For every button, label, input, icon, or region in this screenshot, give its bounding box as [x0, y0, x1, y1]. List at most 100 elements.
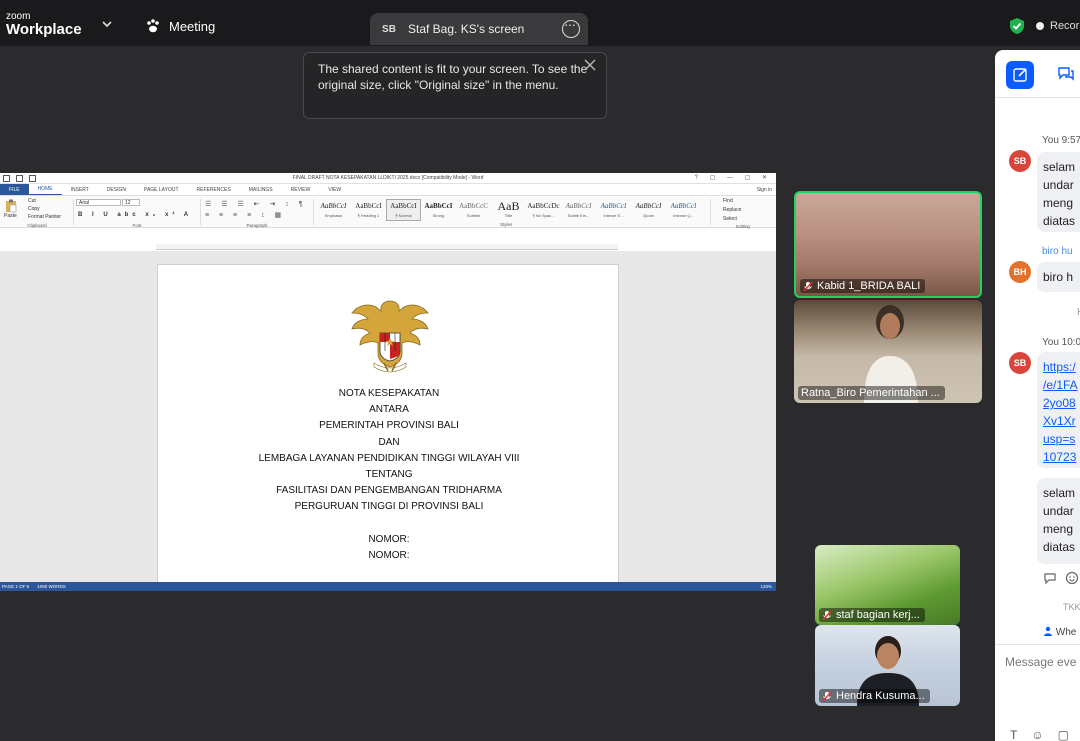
zoom-workplace-logo[interactable]: zoom Workplace	[6, 12, 82, 38]
tab-file[interactable]: FILE	[0, 184, 29, 195]
chat-message[interactable]: selam undar meng diatas	[1037, 152, 1080, 232]
avatar[interactable]: SB	[1009, 150, 1031, 172]
recording-indicator[interactable]: Recor	[1036, 20, 1079, 32]
paragraph-buttons[interactable]: ☰ ☰ ☰ ⇤ ⇥ ↕ ¶	[205, 200, 307, 208]
style-normal[interactable]: AaBbCcI ¶ Normal	[386, 199, 421, 221]
style-intense-emphasis[interactable]: AaBbCcI Intense E...	[596, 199, 631, 221]
style-heading-1[interactable]: AaBbCcI ¶ Heading 1	[351, 199, 386, 221]
tab-design[interactable]: DESIGN	[98, 184, 135, 195]
participant-tile[interactable]: Ratna_Biro Pemerintahan ...	[794, 300, 982, 403]
word-count[interactable]: 1080 WORDS	[37, 584, 66, 589]
tab-insert[interactable]: INSERT	[62, 184, 98, 195]
compose-button[interactable]	[1006, 61, 1034, 89]
tab-view[interactable]: VIEW	[319, 184, 350, 195]
sign-in-link[interactable]: Sign in	[757, 187, 776, 193]
paragraph-group-label: Paragraph	[246, 223, 268, 228]
undo-icon[interactable]	[29, 175, 36, 182]
meeting-tab[interactable]: Meeting	[145, 18, 215, 34]
style-name: ¶ No Spac...	[532, 213, 555, 218]
styles-gallery: AaBbCcI Emphasis AaBbCcI ¶ Heading 1 AaBbC…	[316, 199, 701, 221]
participant-name: Kabid 1_BRIDA BALI	[817, 280, 921, 292]
paste-label[interactable]: Paste	[4, 213, 17, 219]
tab-review[interactable]: REVIEW	[282, 184, 320, 195]
style-preview: AaBbCcI	[355, 202, 382, 210]
message-line: /e/1FA	[1043, 378, 1078, 392]
style-subtitle[interactable]: AaBbCcC Subtitle	[456, 199, 491, 221]
document-page[interactable]: NOTA KESEPAKATAN ANTARA PEMERINTAH PROVI…	[157, 264, 619, 584]
copy-label[interactable]: Copy	[28, 206, 40, 212]
ribbon-divider	[73, 199, 74, 225]
chat-bubbles-icon[interactable]	[1057, 66, 1075, 82]
quick-access-toolbar	[3, 175, 36, 182]
participant-name-tag: Hendra Kusuma...	[819, 689, 930, 703]
doc-line	[158, 516, 620, 532]
shared-word-window: FINAL DRAFT NOTA KESEPAKATAN LLDIKTI 202…	[0, 173, 776, 591]
tab-home[interactable]: HOME	[28, 184, 62, 195]
message-line: selam	[1043, 160, 1076, 174]
style-preview: AaBbCcC	[459, 202, 488, 210]
style-intense-quote[interactable]: AaBbCcI Intense Q...	[666, 199, 701, 221]
emoji-reaction-icon[interactable]	[1065, 571, 1079, 585]
message-line: 10723	[1043, 450, 1077, 464]
garuda-emblem	[351, 300, 429, 373]
more-options-icon[interactable]	[562, 16, 580, 38]
participant-name: Ratna_Biro Pemerintahan ...	[801, 387, 940, 399]
avatar[interactable]: BH	[1009, 261, 1031, 283]
message-meta: You 10:0	[1042, 337, 1080, 348]
tab-references[interactable]: REFERENCES	[188, 184, 240, 195]
find-button[interactable]: Find	[723, 198, 733, 204]
message-line: usp=s	[1043, 432, 1076, 446]
tab-page-layout[interactable]: PAGE LAYOUT	[135, 184, 188, 195]
message-input[interactable]: Message eve	[995, 644, 1080, 741]
avatar[interactable]: SB	[1009, 352, 1031, 374]
close-icon[interactable]	[584, 59, 596, 71]
style-strong[interactable]: AaBbCcI Strong	[421, 199, 456, 221]
participant-tile[interactable]: staf bagian kerj...	[815, 545, 960, 625]
message-line: undar	[1043, 504, 1074, 518]
chat-message[interactable]: biro h	[1037, 262, 1080, 292]
horizontal-ruler[interactable]	[156, 244, 618, 250]
style-quote[interactable]: AaBbCcI Quote	[631, 199, 666, 221]
styles-group-label: Styles	[500, 222, 513, 227]
style-subtle-emphasis[interactable]: AaBbCcI Subtle Em...	[561, 199, 596, 221]
cut-label[interactable]: Cut	[28, 198, 36, 204]
format-painter-label[interactable]: Format Painter	[28, 214, 61, 220]
attach-icon[interactable]: ▢	[1058, 728, 1069, 741]
editing-group: Find Replace Select Editing	[713, 198, 773, 229]
tab-mailings[interactable]: MAILINGS	[240, 184, 282, 195]
page-count[interactable]: PAGE 1 OF 6	[2, 584, 29, 589]
shield-check-icon[interactable]	[1009, 17, 1025, 35]
font-format-buttons[interactable]: B I U abc x₂ x² A	[78, 212, 192, 218]
window-controls[interactable]: ? ▢ — ▢ ✕	[695, 174, 772, 181]
replace-button[interactable]: Replace	[723, 207, 741, 213]
recipient-label: Whe	[1055, 627, 1077, 638]
style-name: ¶ Heading 1	[357, 213, 380, 218]
chat-message[interactable]: selam undar meng diatas	[1037, 478, 1080, 564]
document-canvas[interactable]: NOTA KESEPAKATAN ANTARA PEMERINTAH PROVI…	[0, 251, 776, 584]
emoji-icon[interactable]: ☺	[1031, 728, 1043, 741]
style-emphasis[interactable]: AaBbCcI Emphasis	[316, 199, 351, 221]
style-name: Quote	[643, 213, 654, 218]
style-preview: AaBbCcI	[635, 202, 662, 210]
meeting-label: Meeting	[169, 18, 216, 34]
mic-muted-icon	[822, 610, 832, 620]
style-name: Subtle Em...	[567, 213, 590, 218]
participant-tile-active-speaker[interactable]: Kabid 1_BRIDA BALI	[794, 191, 982, 298]
paste-icon[interactable]	[5, 199, 17, 213]
zoom-level[interactable]: 120%	[760, 584, 776, 589]
save-icon[interactable]	[16, 175, 23, 182]
select-button[interactable]: Select	[723, 216, 737, 222]
alignment-buttons[interactable]: ≡ ≡ ≡ ≡ ↕ ▦	[205, 211, 285, 219]
style-name: Subtitle	[466, 213, 481, 218]
participant-tile[interactable]: Hendra Kusuma...	[815, 625, 960, 706]
style-title[interactable]: AaB Title	[491, 199, 526, 221]
style-preview: AaBbCcI	[565, 202, 592, 210]
reply-icon[interactable]	[1043, 572, 1057, 584]
text-format-icon[interactable]: T	[1010, 728, 1017, 741]
chat-link-message[interactable]: https:/ /e/1FA 2yo08 Xv1Xr usp=s 10723	[1037, 352, 1080, 468]
style-no-spacing[interactable]: AaBbCcDc ¶ No Spac...	[526, 199, 561, 221]
document-body[interactable]: NOTA KESEPAKATAN ANTARA PEMERINTAH PROVI…	[158, 386, 620, 564]
chevron-down-icon[interactable]	[101, 18, 113, 30]
screen-share-indicator[interactable]: SB Staf Bag. KS's screen	[370, 13, 588, 45]
recipient-selector[interactable]: Whe	[1043, 626, 1076, 638]
